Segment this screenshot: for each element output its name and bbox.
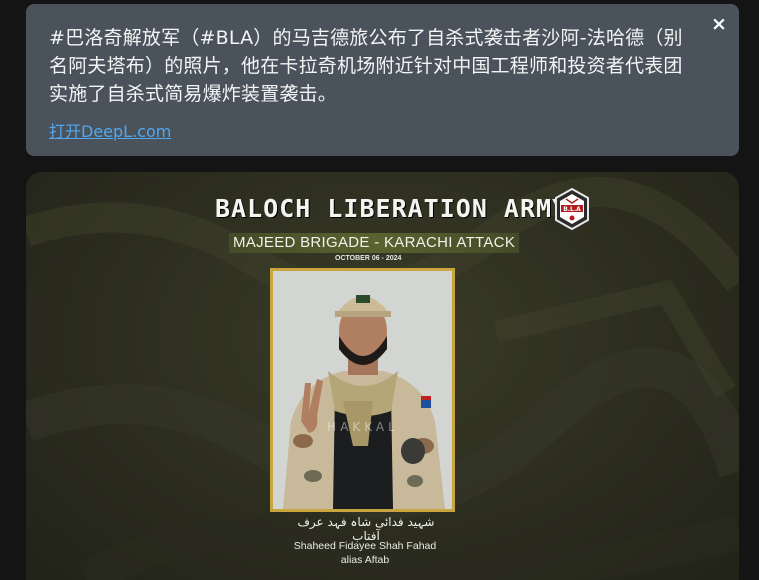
caption-alias: alias Aftab bbox=[340, 554, 390, 566]
close-icon[interactable]: × bbox=[709, 14, 729, 34]
poster-date: OCTOBER 06 - 2024 bbox=[335, 255, 402, 262]
translation-text: #巴洛奇解放军（#BLA）的马吉德旅公布了自杀式袭击者沙阿-法哈德（别名阿夫塔布… bbox=[49, 27, 683, 105]
bla-emblem-logo: B.L.A bbox=[555, 188, 589, 230]
tweet-media-image[interactable]: BALOCH LIBERATION ARMY B.L.A MAJEED BRIG… bbox=[26, 172, 739, 580]
subtitle-banner: MAJEED BRIGADE - KARACHI ATTACK bbox=[229, 233, 520, 253]
english-caption: Shaheed Fidayee Shah Fahad alias Aftab bbox=[270, 539, 460, 567]
photo-watermark: HAKKAL bbox=[327, 420, 399, 434]
translation-popup: #巴洛奇解放军（#BLA）的马吉德旅公布了自杀式袭击者沙阿-法哈德（别名阿夫塔布… bbox=[26, 4, 739, 156]
caption-name: Shaheed Fidayee Shah Fahad bbox=[293, 540, 437, 552]
portrait-photo: HAKKAL bbox=[270, 268, 455, 512]
poster-title: BALOCH LIBERATION ARMY bbox=[215, 194, 569, 223]
open-deepl-link[interactable]: 打开DeepL.com bbox=[49, 118, 171, 142]
logo-text: B.L.A bbox=[563, 206, 581, 213]
